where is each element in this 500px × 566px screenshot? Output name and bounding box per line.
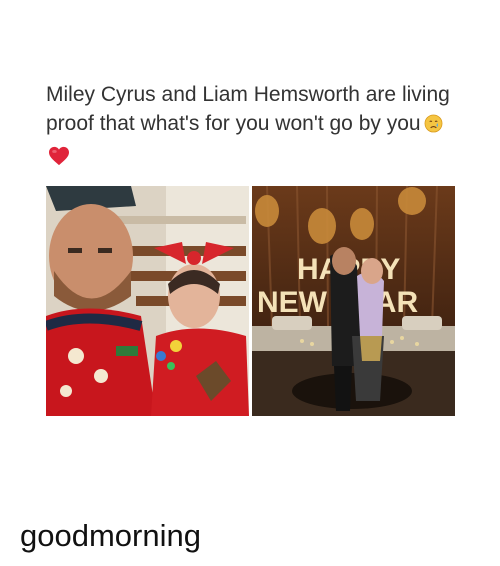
crying-face-icon <box>424 114 443 133</box>
footer-caption: goodmorning <box>20 518 201 553</box>
photo-collage: HAPPY NEW YEAR <box>46 186 455 416</box>
caption-line-1: Miley Cyrus and Liam Hemsworth are livin… <box>46 83 450 106</box>
caption-line-2: proof that what's for you won't go by yo… <box>46 112 421 135</box>
caption: Miley Cyrus and Liam Hemsworth are livin… <box>46 80 466 138</box>
photo-christmas-selfie <box>46 186 249 416</box>
photo-new-year-kiss: HAPPY NEW YEAR <box>252 186 455 416</box>
meme-post: Miley Cyrus and Liam Hemsworth are livin… <box>0 0 500 496</box>
heart-icon <box>49 146 69 166</box>
